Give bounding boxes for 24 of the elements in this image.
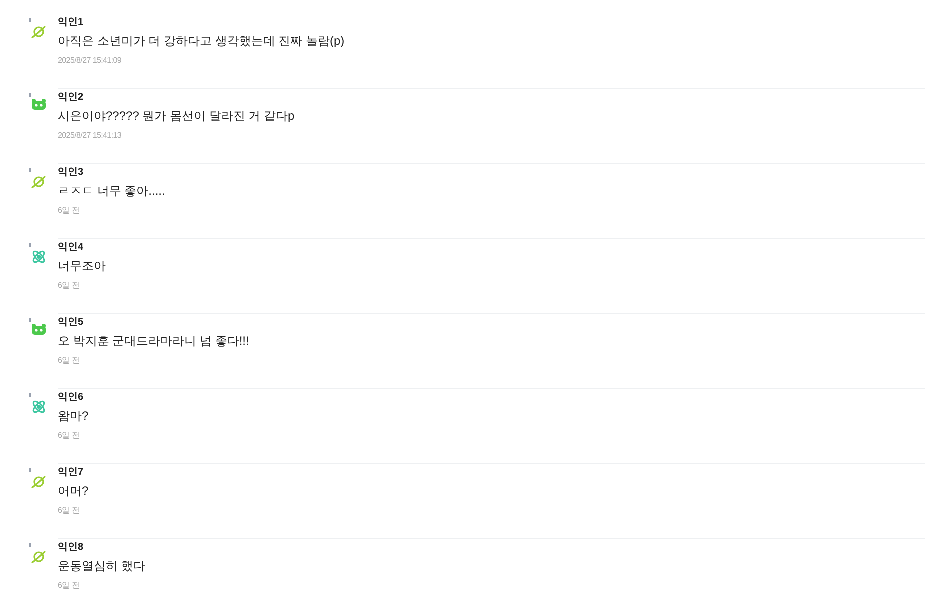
comment-time: 6일 전 [58, 280, 80, 292]
comment-text: 너무조아 [58, 258, 107, 274]
author-name: 익인3 [58, 166, 85, 180]
comment-text: 아직은 소년미가 더 강하다고 생각했는데 진짜 놀람(p) [58, 33, 346, 49]
comment-time: 2025/8/27 15:41:09 [58, 55, 123, 67]
comment-text: 오 박지훈 군대드라마라니 넘 좋다!!! [58, 333, 250, 349]
author-name: 익인2 [58, 91, 85, 105]
comment-text: 운동열심히 했다 [58, 558, 146, 574]
author-name: 익인8 [58, 541, 85, 555]
author-name: 익인5 [58, 316, 85, 330]
author-name: 익인1 [58, 16, 85, 30]
comment-text: ㄹㅈㄷ 너무 좋아..... [58, 183, 166, 199]
author-name: 익인7 [58, 466, 85, 480]
comment-time: 6일 전 [58, 355, 80, 367]
comment-text: 어머? [58, 483, 90, 499]
comment-time: 2025/8/27 15:41:13 [58, 130, 123, 142]
comment-text: 왐마? [58, 408, 90, 424]
comment-time: 6일 전 [58, 205, 80, 217]
author-name: 익인4 [58, 241, 85, 255]
comment-time: 6일 전 [58, 505, 80, 517]
comment-time: 6일 전 [58, 430, 80, 442]
author-name: 익인6 [58, 391, 85, 405]
comment-time: 6일 전 [58, 580, 80, 592]
comment-text: 시은이야????? 뭔가 몸선이 달라진 거 같다p [58, 108, 296, 124]
